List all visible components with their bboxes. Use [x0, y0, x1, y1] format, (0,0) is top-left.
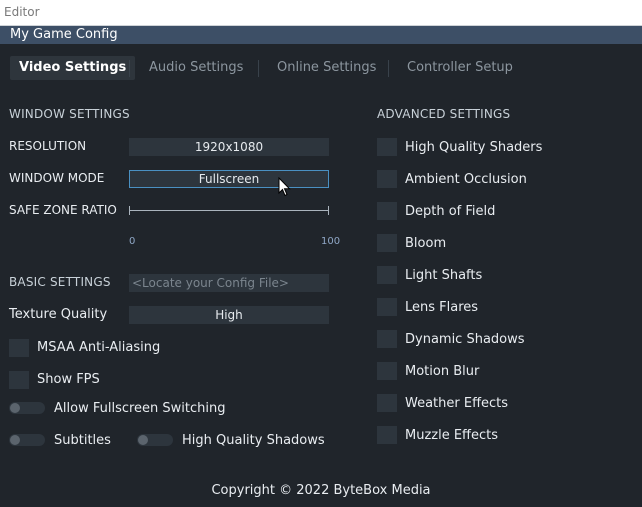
tab-audio-settings[interactable]: Audio Settings: [149, 56, 243, 80]
app-title: My Game Config: [10, 27, 118, 42]
window-settings-title: WINDOW SETTINGS: [9, 107, 130, 121]
ambient-occlusion-checkbox[interactable]: [377, 170, 397, 188]
weather-effects-checkbox[interactable]: [377, 394, 397, 412]
allow-fullscreen-switching-toggle[interactable]: [9, 402, 45, 414]
depth-of-field-checkbox[interactable]: [377, 202, 397, 220]
high-quality-shadows-toggle[interactable]: [137, 434, 173, 446]
light-shafts-label: Light Shafts: [405, 268, 483, 283]
os-window-title: Editor: [4, 5, 40, 19]
texture-quality-label: Texture Quality: [9, 307, 108, 322]
os-window-titlebar: Editor: [0, 0, 642, 26]
bloom-checkbox[interactable]: [377, 234, 397, 252]
slider-max-label: 100: [321, 236, 341, 247]
mouse-pointer-icon: [278, 176, 291, 201]
slider-tick-max: [328, 206, 329, 215]
muzzle-effects-label: Muzzle Effects: [405, 428, 499, 443]
subtitles-label: Subtitles: [54, 433, 111, 448]
msaa-checkbox[interactable]: [9, 339, 29, 357]
safe-zone-slider[interactable]: [129, 210, 329, 211]
toggle-knob: [10, 435, 20, 445]
tab-controller-setup[interactable]: Controller Setup: [407, 56, 513, 80]
show-fps-label: Show FPS: [37, 372, 100, 387]
motion-blur-label: Motion Blur: [405, 364, 480, 379]
basic-settings-title: BASIC SETTINGS: [9, 275, 111, 289]
motion-blur-checkbox[interactable]: [377, 362, 397, 380]
app-header: My Game Config: [0, 26, 642, 44]
dynamic-shadows-label: Dynamic Shadows: [405, 332, 525, 347]
resolution-select[interactable]: 1920x1080: [129, 138, 329, 156]
safe-zone-ratio-label: SAFE ZONE RATIO: [9, 203, 117, 217]
lens-flares-checkbox[interactable]: [377, 298, 397, 316]
tab-separator: [129, 60, 130, 77]
weather-effects-label: Weather Effects: [405, 396, 509, 411]
tab-separator: [388, 60, 389, 77]
msaa-label: MSAA Anti-Aliasing: [37, 340, 161, 355]
muzzle-effects-checkbox[interactable]: [377, 426, 397, 444]
window-mode-select[interactable]: Fullscreen: [129, 170, 329, 188]
tab-separator: [258, 60, 259, 77]
toggle-knob: [10, 403, 20, 413]
texture-quality-select[interactable]: High: [129, 306, 329, 324]
depth-of-field-label: Depth of Field: [405, 204, 496, 219]
dynamic-shadows-checkbox[interactable]: [377, 330, 397, 348]
advanced-settings-title: ADVANCED SETTINGS: [377, 107, 511, 121]
lens-flares-label: Lens Flares: [405, 300, 479, 315]
copyright-footer: Copyright © 2022 ByteBox Media: [211, 483, 431, 498]
window-mode-label: WINDOW MODE: [9, 171, 105, 185]
slider-min-label: 0: [129, 236, 136, 247]
high-quality-shadows-label: High Quality Shadows: [182, 433, 325, 448]
config-file-path-input[interactable]: <Locate your Config File>: [129, 274, 329, 292]
ambient-occlusion-label: Ambient Occlusion: [405, 172, 527, 187]
slider-tick-min: [129, 206, 130, 215]
light-shafts-checkbox[interactable]: [377, 266, 397, 284]
tab-bar: Video Settings Audio Settings Online Set…: [0, 56, 642, 82]
bloom-label: Bloom: [405, 236, 447, 251]
toggle-knob: [138, 435, 148, 445]
high-quality-shaders-checkbox[interactable]: [377, 138, 397, 156]
resolution-label: RESOLUTION: [9, 139, 87, 153]
allow-fullscreen-switching-label: Allow Fullscreen Switching: [54, 401, 226, 416]
show-fps-checkbox[interactable]: [9, 371, 29, 389]
tab-online-settings[interactable]: Online Settings: [277, 56, 376, 80]
subtitles-toggle[interactable]: [9, 434, 45, 446]
tab-video-settings[interactable]: Video Settings: [10, 56, 136, 80]
high-quality-shaders-label: High Quality Shaders: [405, 140, 543, 155]
